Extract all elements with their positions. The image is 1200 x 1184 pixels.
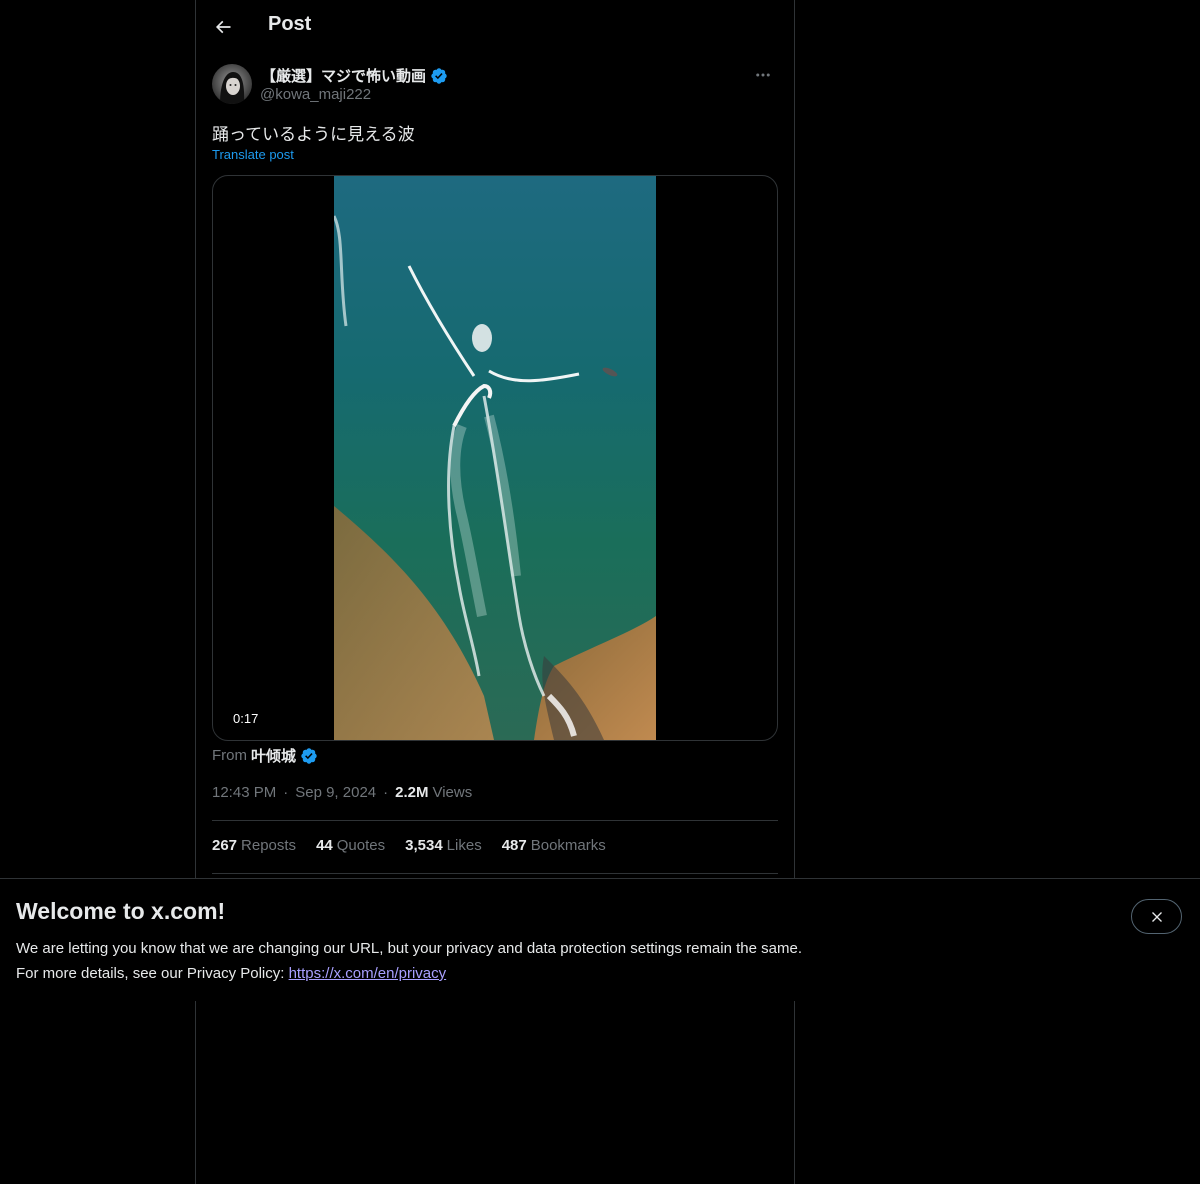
video-duration: 0:17 (225, 709, 267, 728)
verified-badge-icon (301, 747, 317, 764)
separator-dot: · (283, 784, 289, 801)
divider (212, 873, 778, 874)
source-attribution: From 叶倾城 (212, 745, 318, 766)
page-title: Post (268, 13, 312, 35)
banner-line-2: For more details, see our Privacy Policy… (16, 961, 802, 986)
verified-badge-icon (431, 67, 447, 84)
reposts-count: 267 (212, 837, 238, 854)
privacy-policy-link[interactable]: https://x.com/en/privacy (289, 965, 447, 982)
post-text: 踊っているように見える波 (212, 125, 415, 144)
post-date[interactable]: Sep 9, 2024 (295, 784, 376, 801)
main-column: Post 【厳選】マジで怖い動画 @kowa_maji222 踊っているように見… (195, 0, 795, 1184)
video-thumbnail (334, 176, 656, 740)
source-author-name[interactable]: 叶倾城 (251, 745, 296, 766)
banner-line-1: We are letting you know that we are chan… (16, 940, 802, 957)
back-button[interactable] (206, 10, 240, 44)
post-metadata: 12:43 PM · Sep 9, 2024 · 2.2M Views (212, 784, 472, 801)
likes-count: 3,534 (405, 837, 443, 854)
from-prefix: From (212, 747, 247, 764)
separator-dot: · (383, 784, 389, 801)
likes-label: Likes (446, 837, 482, 854)
arrow-left-icon (215, 20, 231, 34)
divider (212, 820, 778, 821)
views-count: 2.2M (395, 784, 429, 801)
engagement-stats: 267 Reposts 44 Quotes 3,534 Likes 487 Bookma… (212, 837, 606, 854)
close-icon (1151, 911, 1162, 922)
author-name-text: 【厳選】マジで怖い動画 (261, 68, 427, 85)
avatar[interactable] (212, 64, 252, 104)
banner-title: Welcome to x.com! (16, 898, 226, 924)
translate-post-link[interactable]: Translate post (212, 147, 294, 162)
reposts-label: Reposts (241, 837, 297, 854)
author-handle[interactable]: @kowa_maji222 (260, 86, 371, 103)
bookmarks-label: Bookmarks (530, 837, 606, 854)
views-label: Views (432, 784, 473, 801)
bookmarks-stat[interactable]: 487 Bookmarks (502, 837, 606, 854)
banner-message: We are letting you know that we are chan… (16, 936, 802, 986)
more-dots-icon (756, 73, 770, 77)
quotes-stat[interactable]: 44 Quotes (316, 837, 385, 854)
close-banner-button[interactable] (1131, 899, 1182, 934)
reposts-stat[interactable]: 267 Reposts (212, 837, 296, 854)
likes-stat[interactable]: 3,534 Likes (405, 837, 482, 854)
banner-line-2-prefix: For more details, see our Privacy Policy… (16, 965, 289, 982)
url-change-banner: Welcome to x.com! We are letting you kno… (0, 878, 1200, 1001)
post-header: Post (196, 0, 794, 54)
quotes-count: 44 (316, 837, 333, 854)
post-author: 【厳選】マジで怖い動画 @kowa_maji222 (212, 64, 778, 108)
quotes-label: Quotes (336, 837, 386, 854)
post-video[interactable]: 0:17 (212, 175, 778, 741)
author-display-name[interactable]: 【厳選】マジで怖い動画 (261, 65, 448, 86)
bookmarks-count: 487 (501, 837, 527, 854)
more-options-button[interactable] (748, 64, 778, 86)
post-time[interactable]: 12:43 PM (212, 784, 276, 801)
